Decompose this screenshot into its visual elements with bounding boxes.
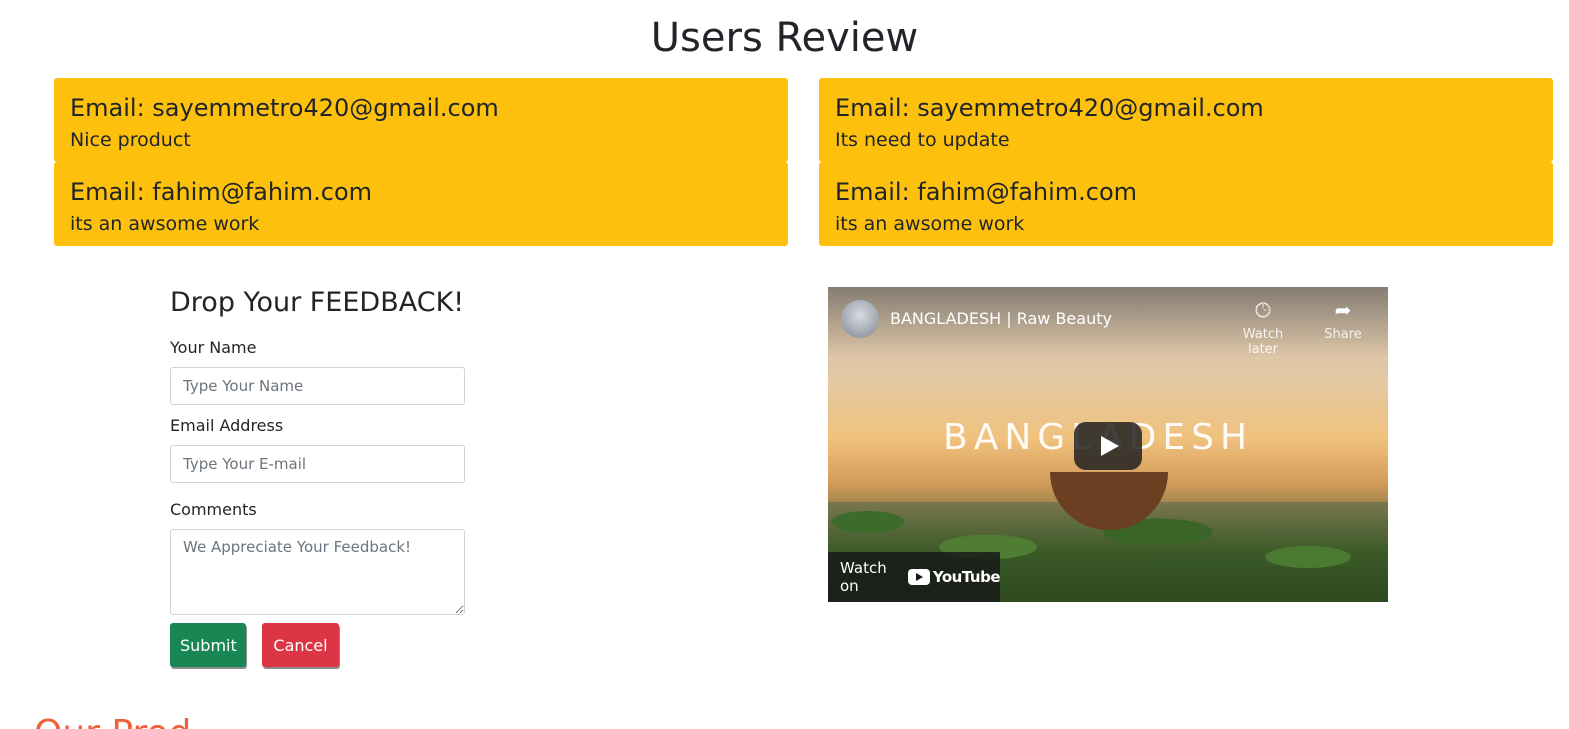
form-actions: Submit Cancel	[170, 623, 466, 667]
share-button[interactable]: ➦ Share	[1308, 299, 1378, 342]
watch-on-label: Watch on	[840, 559, 887, 595]
review-card: Email: fahim@fahim.com its an awsome wor…	[54, 162, 788, 246]
youtube-logo: YouTube	[907, 568, 1001, 586]
review-email: Email: sayemmetro420@gmail.com	[70, 94, 499, 122]
cancel-button[interactable]: Cancel	[262, 623, 339, 667]
channel-avatar[interactable]	[841, 300, 879, 338]
review-comment: Its need to update	[835, 129, 1010, 151]
feedback-form: Drop Your FEEDBACK! Your Name Email Addr…	[170, 283, 466, 667]
comments-textarea[interactable]	[170, 529, 465, 615]
feedback-title: Drop Your FEEDBACK!	[170, 287, 465, 318]
email-input[interactable]	[170, 445, 465, 483]
page-title: Users Review	[650, 15, 919, 61]
email-label: Email Address	[170, 416, 284, 435]
review-email: Email: fahim@fahim.com	[70, 178, 373, 206]
name-label: Your Name	[170, 338, 257, 357]
clock-icon: 🕒︎	[1255, 298, 1271, 322]
review-comment: its an awsome work	[70, 213, 260, 235]
youtube-play-icon	[907, 569, 930, 585]
watch-later-button[interactable]: 🕒︎ Watch later	[1228, 299, 1298, 357]
review-card: Email: sayemmetro420@gmail.com Its need …	[819, 78, 1553, 162]
share-arrow-icon: ➦	[1334, 298, 1352, 322]
share-label: Share	[1324, 327, 1362, 342]
review-comment: its an awsome work	[835, 213, 1025, 235]
page: Users Review Email: sayemmetro420@gmail.…	[0, 0, 1569, 729]
review-email: Email: sayemmetro420@gmail.com	[835, 94, 1264, 122]
youtube-wordmark: YouTube	[932, 568, 1001, 586]
review-comment: Nice product	[70, 129, 191, 151]
play-button[interactable]	[1074, 422, 1142, 470]
review-card: Email: sayemmetro420@gmail.com Nice prod…	[54, 78, 788, 162]
name-input[interactable]	[170, 367, 465, 405]
section-heading-cut: Our Prod	[34, 714, 191, 729]
watch-on-youtube-button[interactable]: Watch on YouTube	[828, 552, 1001, 602]
review-email: Email: fahim@fahim.com	[835, 178, 1138, 206]
video-title[interactable]: BANGLADESH | Raw Beauty	[890, 308, 1112, 330]
review-card: Email: fahim@fahim.com its an awsome wor…	[819, 162, 1553, 246]
youtube-video-embed[interactable]: BANGLADESH | Raw Beauty 🕒︎ Watch later ➦…	[828, 287, 1388, 602]
reviews-grid: Email: sayemmetro420@gmail.com Nice prod…	[54, 78, 1553, 246]
watch-later-label: Watch later	[1242, 327, 1284, 357]
submit-button[interactable]: Submit	[170, 623, 246, 667]
comments-label: Comments	[170, 500, 257, 519]
